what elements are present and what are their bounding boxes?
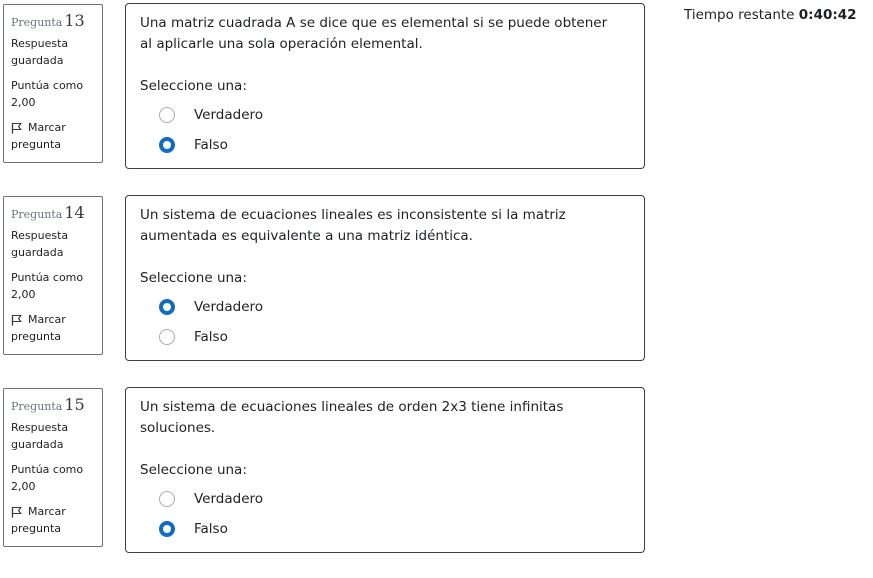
answer-options: Verdadero Falso	[159, 292, 634, 352]
answer-option-verdadero[interactable]: Verdadero	[159, 292, 634, 322]
question-text: Un sistema de ecuaciones lineales de ord…	[140, 399, 564, 436]
question-text: Un sistema de ecuaciones lineales es inc…	[140, 207, 566, 244]
flag-label: Marcar	[28, 313, 66, 326]
timer: Tiempo restante 0:40:42	[684, 7, 857, 23]
answer-label[interactable]: Falso	[194, 137, 228, 153]
question-state-line: guardada	[11, 54, 64, 67]
answer-prompt: Seleccione una:	[140, 78, 247, 94]
question-grade-value: 2,00	[11, 288, 36, 301]
timer-value: 0:40:42	[798, 7, 857, 23]
question-state-line: Respuesta	[11, 229, 69, 242]
timer-label: Tiempo restante	[684, 7, 795, 23]
radio-button[interactable]	[159, 107, 175, 123]
question-info: Pregunta 15 Respuesta guardada Puntúa com…	[3, 388, 103, 547]
question-grade-line: Puntúa como	[11, 463, 84, 476]
question-text: Una matriz cuadrada A se dice que es ele…	[140, 15, 608, 52]
flag-question-button[interactable]: Marcar pregunta	[11, 119, 98, 153]
flag-label: pregunta	[11, 522, 62, 535]
question-grade-line: Puntúa como	[11, 271, 84, 284]
question-grade: Puntúa como 2,00	[11, 77, 98, 111]
radio-button[interactable]	[159, 329, 175, 345]
flag-icon	[11, 506, 22, 517]
question-label: Pregunta	[11, 16, 63, 29]
question-state-line: Respuesta	[11, 421, 69, 434]
radio-button[interactable]	[159, 137, 175, 153]
answer-option-verdadero[interactable]: Verdadero	[159, 484, 634, 514]
question-grade-line: Puntúa como	[11, 79, 84, 92]
flag-label: pregunta	[11, 138, 62, 151]
question-label: Pregunta	[11, 208, 63, 221]
radio-button[interactable]	[159, 491, 175, 507]
flag-icon	[11, 122, 22, 133]
question-state: Respuesta guardada	[11, 35, 98, 69]
answer-label[interactable]: Verdadero	[194, 107, 263, 123]
question-number: Pregunta 15	[11, 395, 98, 417]
question-state-line: guardada	[11, 246, 64, 259]
answer-label[interactable]: Verdadero	[194, 491, 263, 507]
flag-label: Marcar	[28, 505, 66, 518]
question-content: Una matriz cuadrada A se dice que es ele…	[125, 3, 645, 169]
radio-button[interactable]	[159, 299, 175, 315]
question-label: Pregunta	[11, 400, 63, 413]
flag-question-button[interactable]: Marcar pregunta	[11, 311, 98, 345]
flag-label: Marcar	[28, 121, 66, 134]
question-number-value: 14	[64, 203, 85, 222]
answer-option-falso[interactable]: Falso	[159, 130, 634, 160]
question-grade: Puntúa como 2,00	[11, 461, 98, 495]
radio-button[interactable]	[159, 521, 175, 537]
question-content: Un sistema de ecuaciones lineales es inc…	[125, 195, 645, 361]
question-number-value: 15	[64, 395, 85, 414]
answer-label[interactable]: Verdadero	[194, 299, 263, 315]
question-content: Un sistema de ecuaciones lineales de ord…	[125, 387, 645, 553]
question-info: Pregunta 13 Respuesta guardada Puntúa com…	[3, 4, 103, 163]
question-number: Pregunta 13	[11, 11, 98, 33]
answer-option-verdadero[interactable]: Verdadero	[159, 100, 634, 130]
question-state-line: guardada	[11, 438, 64, 451]
answer-option-falso[interactable]: Falso	[159, 514, 634, 544]
answer-options: Verdadero Falso	[159, 100, 634, 160]
question-grade-value: 2,00	[11, 96, 36, 109]
question-number-value: 13	[64, 11, 85, 30]
question-number: Pregunta 14	[11, 203, 98, 225]
question-state: Respuesta guardada	[11, 227, 98, 261]
answer-prompt: Seleccione una:	[140, 462, 247, 478]
answer-label[interactable]: Falso	[194, 521, 228, 537]
answer-option-falso[interactable]: Falso	[159, 322, 634, 352]
flag-question-button[interactable]: Marcar pregunta	[11, 503, 98, 537]
answer-prompt: Seleccione una:	[140, 270, 247, 286]
question-grade-value: 2,00	[11, 480, 36, 493]
flag-icon	[11, 314, 22, 325]
answer-options: Verdadero Falso	[159, 484, 634, 544]
answer-label[interactable]: Falso	[194, 329, 228, 345]
question-state-line: Respuesta	[11, 37, 69, 50]
question-grade: Puntúa como 2,00	[11, 269, 98, 303]
question-state: Respuesta guardada	[11, 419, 98, 453]
question-info: Pregunta 14 Respuesta guardada Puntúa com…	[3, 196, 103, 355]
flag-label: pregunta	[11, 330, 62, 343]
